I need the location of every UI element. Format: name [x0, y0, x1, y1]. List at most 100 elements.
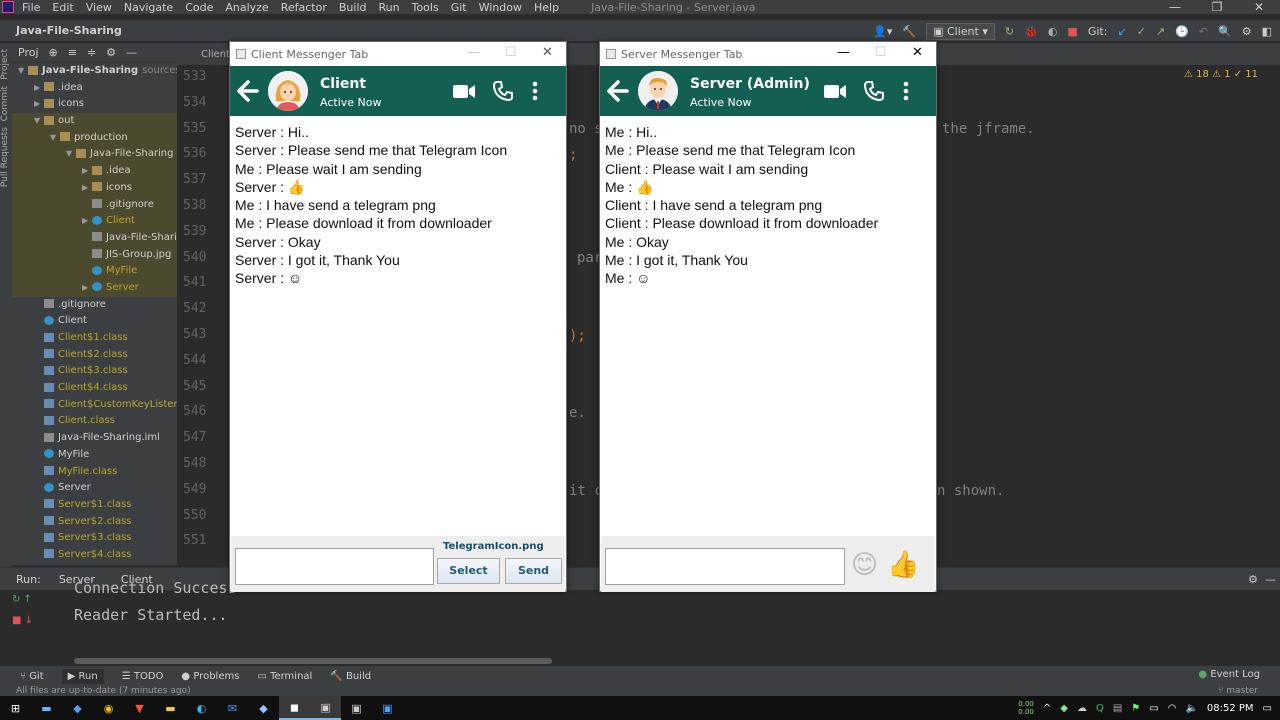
git-push-icon[interactable]: ↗: [1156, 25, 1165, 38]
rerun-icon[interactable]: ↻: [1005, 25, 1014, 38]
chevron-right-icon[interactable]: ▶: [34, 96, 44, 113]
build-hammer-icon[interactable]: 🔨: [902, 25, 916, 38]
edge-icon[interactable]: ◐: [186, 696, 217, 720]
close-icon[interactable]: ✕: [1238, 0, 1280, 14]
expand-all-icon[interactable]: ≡: [68, 46, 77, 59]
gear-icon[interactable]: ⚙: [1248, 573, 1258, 586]
chevron-down-icon[interactable]: ▼: [18, 63, 28, 80]
windows-start-icon[interactable]: ⊞: [0, 696, 31, 720]
stop-icon[interactable]: ■: [1067, 25, 1077, 38]
menu-item[interactable]: Window: [479, 1, 522, 14]
chevron-down-icon[interactable]: ▼: [34, 113, 44, 130]
tab-todo[interactable]: ☰ TODO: [122, 671, 164, 682]
hide-icon[interactable]: —: [126, 46, 137, 59]
tree-item[interactable]: Server$2.class: [12, 514, 177, 531]
close-icon[interactable]: ✕: [529, 42, 566, 66]
user-icon[interactable]: 👤▾: [873, 25, 892, 38]
restore-icon[interactable]: ❐: [1196, 0, 1238, 14]
coverage-icon[interactable]: ◐: [1048, 25, 1058, 38]
menu-item[interactable]: Code: [185, 1, 213, 14]
tree-item[interactable]: ▶ icons: [12, 96, 177, 113]
minimize-icon[interactable]: —: [455, 42, 492, 66]
tray-app-icon[interactable]: ☁: [1077, 703, 1087, 714]
file-explorer-icon[interactable]: ▬: [155, 696, 186, 720]
tree-item[interactable]: Client.class: [12, 413, 177, 430]
menu-item[interactable]: Help: [534, 1, 559, 14]
tree-item[interactable]: MyFile.class: [12, 464, 177, 481]
client-chat-area[interactable]: Server : Hi.. Server : Please send me tha…: [231, 118, 565, 536]
more-vertical-icon[interactable]: [901, 80, 911, 102]
tree-item[interactable]: Client$4.class: [12, 380, 177, 397]
tray-app-icon[interactable]: ◆: [1060, 703, 1068, 714]
tree-item[interactable]: Server$4.class: [12, 547, 177, 564]
tree-item[interactable]: JIS-Group.jpg: [12, 246, 177, 264]
git-branch[interactable]: ⑂ master: [1218, 686, 1258, 696]
breadcrumb[interactable]: Java-File-Sharing: [16, 24, 122, 37]
chevron-right-icon[interactable]: ▶: [34, 80, 44, 97]
tree-item[interactable]: ▼ production: [12, 129, 177, 147]
locate-icon[interactable]: ⊕: [49, 46, 58, 59]
rerun-icon[interactable]: ↻ ↑: [12, 594, 33, 605]
volume-icon[interactable]: 🔈: [1185, 703, 1197, 714]
mail-icon[interactable]: ✉: [217, 696, 248, 720]
gear-icon[interactable]: ⚙: [106, 46, 116, 59]
tree-item[interactable]: Server$1.class: [12, 497, 177, 514]
smile-emoji-button[interactable]: 😊: [851, 550, 878, 580]
tree-item[interactable]: ▶ .idea: [12, 80, 177, 97]
tree-item[interactable]: ▼ out: [12, 113, 177, 130]
hide-icon[interactable]: —: [1265, 573, 1276, 586]
intellij-icon[interactable]: ◼: [279, 696, 310, 720]
tray-app-icon[interactable]: Q: [1096, 703, 1104, 714]
maximize-icon[interactable]: ☐: [862, 42, 899, 66]
back-arrow-icon[interactable]: [234, 78, 260, 104]
chevron-right-icon[interactable]: ▶: [82, 213, 92, 230]
tab-git[interactable]: ⑂ Git: [20, 671, 44, 682]
java-app-icon[interactable]: ▣: [310, 696, 341, 720]
tree-item[interactable]: ▶ .idea: [12, 163, 177, 180]
tree-item[interactable]: Client$1.class: [12, 330, 177, 347]
menu-item[interactable]: Analyze: [225, 1, 268, 14]
tree-item[interactable]: Client: [12, 313, 177, 330]
app-icon[interactable]: ◆: [248, 696, 279, 720]
thumbs-up-emoji-button[interactable]: 👍: [887, 550, 919, 580]
menu-item[interactable]: Run: [379, 1, 400, 14]
minimize-icon[interactable]: —: [825, 42, 862, 66]
server-avatar[interactable]: [638, 71, 678, 111]
tree-item[interactable]: ▶ Server: [12, 279, 177, 297]
server-window-titlebar[interactable]: Server Messenger Tab — ☐ ✕: [600, 42, 936, 66]
phone-call-icon[interactable]: [492, 80, 514, 102]
tree-item[interactable]: ▶ icons: [12, 179, 177, 197]
chrome-icon[interactable]: ◉: [93, 696, 124, 720]
pull-requests-tool-tab[interactable]: Pull Requests: [0, 127, 10, 187]
tab-run[interactable]: ▶ Run: [61, 668, 104, 684]
phone-call-icon[interactable]: [863, 80, 885, 102]
history-icon[interactable]: 🕒: [1175, 25, 1189, 38]
run-config-select[interactable]: ▣ Client ▾: [926, 22, 995, 40]
video-call-icon[interactable]: [452, 80, 476, 102]
settings-icon[interactable]: ⚙: [1242, 25, 1252, 38]
tree-item[interactable]: MyFile: [12, 447, 177, 464]
app-icon[interactable]: ◆: [62, 696, 93, 720]
client-window-titlebar[interactable]: Client Messenger Tab — ☐ ✕: [230, 42, 566, 66]
client-avatar[interactable]: [268, 71, 308, 111]
tree-item[interactable]: Server: [12, 480, 177, 497]
select-file-button[interactable]: Select: [437, 558, 500, 584]
horizontal-scrollbar[interactable]: [74, 658, 552, 664]
git-commit-icon[interactable]: ✓: [1137, 25, 1146, 38]
more-vertical-icon[interactable]: [530, 80, 540, 102]
chevron-right-icon[interactable]: ▶: [82, 163, 92, 180]
minimize-icon[interactable]: —: [1154, 0, 1196, 14]
undo-icon[interactable]: ↶: [1199, 25, 1208, 38]
notification-icon[interactable]: ▭: [1263, 703, 1272, 714]
collapse-all-icon[interactable]: ≑: [87, 46, 96, 59]
menu-item[interactable]: File: [22, 1, 40, 14]
project-tool-tab[interactable]: Project: [0, 49, 10, 80]
stop-icon[interactable]: ■ ↓: [12, 615, 33, 626]
ide-logo-icon[interactable]: ◧: [1262, 25, 1272, 38]
send-button[interactable]: Send: [505, 558, 562, 584]
commit-tool-tab[interactable]: Commit: [0, 86, 10, 121]
java-app-icon[interactable]: ▣: [341, 696, 372, 720]
tree-item[interactable]: .gitignore: [12, 297, 177, 314]
tree-item[interactable]: Java-File-Sharin: [12, 229, 177, 247]
brave-icon[interactable]: ▼: [124, 696, 155, 720]
